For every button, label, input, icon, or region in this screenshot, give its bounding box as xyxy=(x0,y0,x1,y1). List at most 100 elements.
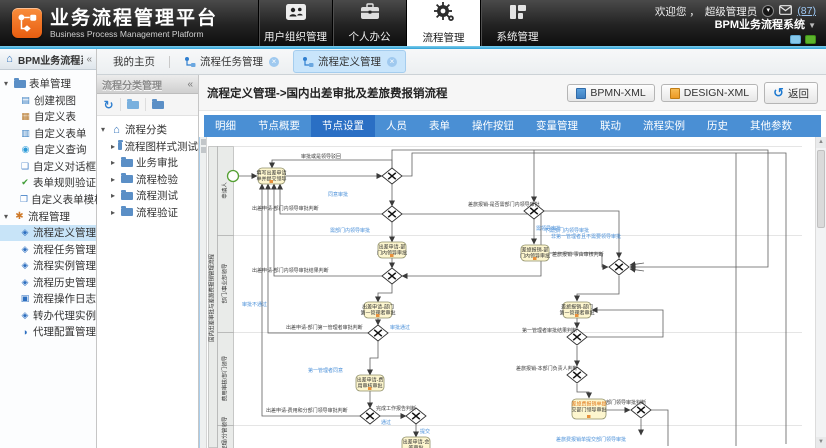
item-label: 自定义表单 xyxy=(34,126,87,141)
design-xml-button[interactable]: DESIGN-XML xyxy=(661,84,758,102)
task-marker-icon xyxy=(587,415,591,418)
item-label: 自定义对话框 xyxy=(33,159,96,174)
tab-my-home[interactable]: 我的主页 xyxy=(105,51,163,72)
nav-process-mgmt[interactable]: 流程管理 xyxy=(406,0,480,46)
sidebar-tree-item[interactable]: 自定义查询 xyxy=(0,142,96,159)
edge-label: 提交 xyxy=(420,428,430,435)
breadcrumb-bar: 流程定义管理->国内出差审批及差旅费报销流程 BPMN-XML DESIGN-X… xyxy=(199,75,826,111)
main-sidebar: BPM业务流程系统 « ▾表单管理创建视图自定义表自定义表单自定义查询自定义对话… xyxy=(0,49,97,448)
process-diagram[interactable]: 国内出差审批与差旅费报销管理流程申请人部门/事业部领导费用审核/部门领导总经理/… xyxy=(208,137,802,448)
category-panel: 流程分类管理 « ▾流程分类▸流程图样式测试▸业务审批▸流程检验▸流程测试▸流程… xyxy=(97,75,199,448)
item-label: 流程测试 xyxy=(136,188,178,203)
nav-personal-office[interactable]: 个人办公 xyxy=(332,0,406,46)
edge-label: 差旅报销-是否需部门内领导审批 xyxy=(468,201,540,208)
item-label: 流程检验 xyxy=(136,172,178,187)
sidebar-tree-item[interactable]: 表单规则验证 xyxy=(0,175,96,192)
detail-tab[interactable]: 表单 xyxy=(418,115,461,137)
sidebar-tree-item[interactable]: 自定义对话框 xyxy=(0,158,96,175)
skin-blue-icon[interactable] xyxy=(790,35,801,44)
item-label: 自定义查询 xyxy=(34,142,87,157)
close-icon[interactable]: × xyxy=(387,57,397,67)
task-label: 出差申请-部门 xyxy=(362,304,394,311)
sidebar-tree-item[interactable]: 创建视图 xyxy=(0,92,96,109)
detail-tab[interactable]: 变量管理 xyxy=(525,115,589,137)
collapse-icon[interactable]: « xyxy=(86,54,92,65)
flow-edge xyxy=(370,341,378,375)
scroll-up-icon[interactable]: ▲ xyxy=(816,137,826,148)
sidebar-tree-item[interactable]: 代理配置管理 xyxy=(0,324,96,341)
sidebar-tree-item[interactable]: 流程实例管理 xyxy=(0,258,96,275)
detail-tab[interactable]: 节点概要 xyxy=(247,115,311,137)
scroll-down-icon[interactable]: ▼ xyxy=(816,437,826,448)
skin-green-icon[interactable] xyxy=(805,35,816,44)
panel-splitter[interactable] xyxy=(199,137,207,448)
detail-tab[interactable]: 联动 xyxy=(589,115,632,137)
category-tree-item[interactable]: ▸ 流程测试 xyxy=(97,188,198,205)
item-label: 流程定义管理 xyxy=(33,225,96,240)
message-count-link[interactable]: (87) xyxy=(797,5,816,17)
flow-icon xyxy=(184,56,196,68)
edge-label: 完成工作报告判断 xyxy=(376,405,416,412)
detail-tab[interactable]: 其他参数 xyxy=(739,115,803,137)
sidebar-group[interactable]: ▾表单管理 xyxy=(0,75,96,92)
detail-tab[interactable]: 历史 xyxy=(696,115,739,137)
edge-label: 需部门内领导审批 xyxy=(330,227,370,234)
scroll-thumb[interactable] xyxy=(817,150,825,228)
detail-tab[interactable]: 明细 xyxy=(204,115,247,137)
detail-tab[interactable]: 流程实例 xyxy=(632,115,696,137)
vertical-scrollbar[interactable]: ▲ ▼ xyxy=(815,137,826,448)
open-folder-icon[interactable] xyxy=(127,101,139,109)
nav-user-org[interactable]: 用户组织管理 xyxy=(258,0,332,46)
tab-process-task[interactable]: 流程任务管理 × xyxy=(176,51,287,72)
edge-label: 出差申请-费用和分部门领导审批判断 xyxy=(266,407,348,414)
mail-icon[interactable] xyxy=(779,5,792,18)
sidebar-tree-item[interactable]: 流程操作日志 xyxy=(0,291,96,308)
app-logo: 业务流程管理平台 Business Process Management Pla… xyxy=(0,0,258,46)
category-tree-item[interactable]: ▸业务审批 xyxy=(97,155,198,172)
task-label: 差旅费报销单提 xyxy=(571,401,606,408)
category-tree-item[interactable]: ▸流程验证 xyxy=(97,204,198,221)
task-label: 填写出差申请 xyxy=(256,170,286,177)
sidebar-tree-item[interactable]: 自定义表 xyxy=(0,109,96,126)
open-tabs-bar: 我的主页 流程任务管理 × xyxy=(97,49,826,75)
sidebar-tree: ▾表单管理创建视图自定义表自定义表单自定义查询自定义对话框表单规则验证自定义表单… xyxy=(0,70,96,340)
system-select[interactable]: BPM业务流程系统 xyxy=(715,19,805,31)
user-menu-icon[interactable]: ▾ xyxy=(762,5,774,17)
collapsed-arrow-icon: ▸ xyxy=(111,191,118,200)
sidebar-tree-item[interactable]: 自定义表单 xyxy=(0,125,96,142)
detail-tab[interactable]: 人员 xyxy=(375,115,418,137)
edge-label: 第一管理者同意 xyxy=(308,367,343,374)
sidebar-group[interactable]: ▾流程管理 xyxy=(0,208,96,225)
view-icon xyxy=(20,95,31,106)
back-button[interactable]: 返回 xyxy=(764,82,818,104)
sidebar-tree-item[interactable]: 自定义表单模板 xyxy=(0,191,96,208)
closed-folder-icon[interactable] xyxy=(152,101,164,109)
folder-icon xyxy=(118,142,121,150)
nav-system-mgmt[interactable]: 系统管理 xyxy=(480,0,554,46)
tab-process-definition[interactable]: 流程定义管理 × xyxy=(293,50,406,73)
refresh-icon[interactable] xyxy=(103,98,114,112)
edge-label: 第一管理者审批结果判断 xyxy=(522,327,577,334)
bpmn-xml-button[interactable]: BPMN-XML xyxy=(567,84,654,102)
edge-label: 差旅费报销单提交部门领导审批 xyxy=(556,436,626,443)
sidebar-tree-item[interactable]: 流程历史管理 xyxy=(0,274,96,291)
detail-tab[interactable]: 节点设置 xyxy=(311,115,375,137)
expand-arrow-icon: ▾ xyxy=(4,79,11,88)
start-event-node[interactable] xyxy=(228,171,239,182)
close-icon[interactable]: × xyxy=(269,57,279,67)
sidebar-tree-item[interactable]: 流程任务管理 xyxy=(0,241,96,258)
category-tree-item[interactable]: ▸流程检验 xyxy=(97,171,198,188)
edge-label: 需领导审批 xyxy=(536,225,561,232)
category-tree-item[interactable]: ▸流程图样式测试 xyxy=(97,138,198,155)
detail-tab[interactable]: 操作按钮 xyxy=(461,115,525,137)
category-root[interactable]: ▾流程分类 xyxy=(97,121,198,138)
sidebar-tree-item[interactable]: 流程定义管理 xyxy=(0,225,96,242)
table-icon xyxy=(20,111,31,122)
expand-arrow-icon: ▾ xyxy=(101,125,108,134)
edge-label: 部门领导审批判断 xyxy=(606,399,646,406)
collapse-icon[interactable]: « xyxy=(187,79,193,90)
sidebar-tree-item[interactable]: 转办代理实例 xyxy=(0,307,96,324)
process-icon xyxy=(20,227,30,238)
expand-arrow-icon: ▾ xyxy=(4,212,11,221)
edge-label: 差旅报销-本部门负责人判断 xyxy=(516,365,578,372)
